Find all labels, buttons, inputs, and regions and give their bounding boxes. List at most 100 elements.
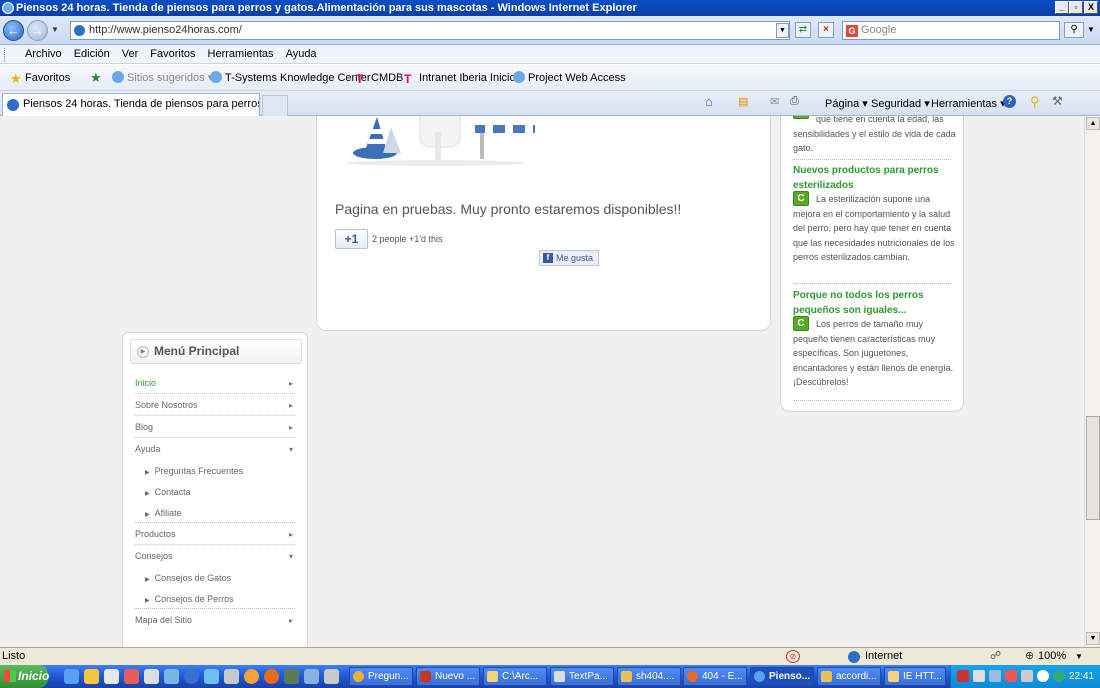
address-input[interactable]: http://www.pienso24horas.com/ [70,21,790,40]
tab-active[interactable]: Piensos 24 horas. Tienda de piensos para… [2,93,260,116]
minimize-button[interactable]: _ [1055,1,1069,14]
quicklaunch-app-icon[interactable] [224,669,239,684]
add-favorite-icon[interactable]: ★ [90,71,102,85]
page-menu[interactable]: Página ▾ [825,97,868,110]
fav-cmdb[interactable]: T CMDB [356,71,403,86]
quicklaunch-ie-icon[interactable] [64,669,79,684]
submenu-item-consejos-perros[interactable]: ▶ Consejos de Perros [145,589,295,610]
fav-tsystems[interactable]: T-Systems Knowledge Center [210,71,371,85]
print-icon[interactable]: ⎙ [790,95,799,108]
google-plusone-button[interactable]: +1 [335,229,368,249]
quicklaunch-app-icon[interactable] [324,669,339,684]
fav-project-web-access[interactable]: Project Web Access [513,71,626,85]
menu-item-productos[interactable]: Productos ▸ [135,524,295,545]
maximize-button[interactable]: ▫ [1069,1,1083,14]
clock[interactable]: 22:41 [1069,665,1094,688]
tray-app-icon[interactable] [1053,670,1065,682]
refresh-icon[interactable]: ⇄ [795,22,811,38]
quicklaunch-app-icon[interactable] [304,669,319,684]
address-dropdown-icon[interactable]: ▼ [776,23,789,38]
menu-item-inicio[interactable]: Inicio ▸ [135,373,295,394]
tray-app-icon[interactable] [989,670,1001,682]
plusone-count: 2 people +1'd this [372,234,443,244]
quicklaunch-desktop-icon[interactable] [104,669,119,684]
search-input[interactable]: G Google [842,21,1060,40]
tray-app-icon[interactable] [973,670,985,682]
new-tab-button[interactable] [262,95,288,116]
submenu-item-preguntas[interactable]: ▶ Preguntas Frecuentes [145,461,295,482]
submenu-item-consejos-gatos[interactable]: ▶ Consejos de Gatos [145,568,295,589]
news-sidebar: que tiene en cuenta la edad, las sensibi… [780,116,964,412]
submenu-item-afiliate[interactable]: ▶ Afiliate [145,503,295,524]
menu-favoritos[interactable]: Favoritos [144,45,201,64]
tray-app-icon[interactable] [1005,670,1017,682]
status-bar: Listo ⊘ Internet ☍ ⊕ 100% ▼ [0,647,1100,665]
taskbar-item[interactable]: Nuevo ... [416,667,480,686]
blocked-content-icon[interactable]: ⚒ [1052,94,1063,108]
scroll-thumb[interactable] [1086,416,1100,520]
taskbar-item-active[interactable]: Pienso... [750,667,814,686]
taskbar-item[interactable]: sh404.... [617,667,681,686]
close-button[interactable]: X [1084,1,1098,14]
quicklaunch-app-icon[interactable] [124,669,139,684]
mail-icon[interactable]: ✉ [770,95,779,108]
menu-edicion[interactable]: Edición [68,45,116,64]
article-title-1[interactable]: Nuevos productos para perros esterilizad… [793,163,958,193]
window-title: Piensos 24 horas. Tienda de piensos para… [16,2,637,14]
menu-herramientas[interactable]: Herramientas [202,45,280,64]
quicklaunch-outlook-icon[interactable] [84,669,99,684]
menu-item-ayuda[interactable]: Ayuda ▾ [135,439,295,460]
stop-icon[interactable]: × [818,22,834,38]
submenu-item-contacta[interactable]: ▶ Contacta [145,482,295,503]
search-icon[interactable]: ⚲ [1064,22,1084,38]
taskbar-item[interactable]: IE HTT... [884,667,946,686]
zoom-dropdown-icon[interactable]: ▼ [1075,648,1083,665]
quicklaunch-chrome-icon[interactable] [244,669,259,684]
quicklaunch-app-icon[interactable] [204,669,219,684]
research-icon[interactable]: ⚲ [1030,94,1040,110]
article-title-2[interactable]: Porque no todos los perros pequeños son … [793,288,958,318]
taskbar-item[interactable]: 404 - E... [683,667,747,686]
scroll-down-icon[interactable]: ▼ [1086,632,1100,645]
security-menu[interactable]: Seguridad ▾ [871,97,930,110]
window-title-bar[interactable]: Piensos 24 horas. Tienda de piensos para… [0,0,1100,16]
menu-ver[interactable]: Ver [116,45,145,64]
taskbar-item[interactable]: Pregun... [349,667,413,686]
taskbar-item[interactable]: C:\Arc... [483,667,547,686]
quicklaunch-app-icon[interactable] [144,669,159,684]
volume-icon[interactable] [1037,670,1049,682]
menu-archivo[interactable]: Archivo [19,45,68,64]
history-dropdown-icon[interactable]: ▼ [51,25,59,34]
vertical-scrollbar[interactable]: ▲ ▼ [1084,116,1100,647]
browser-icon [621,671,632,682]
facebook-like-button[interactable]: f Me gusta [539,250,599,266]
tools-menu[interactable]: Herramientas ▾ [931,97,1006,110]
forward-button[interactable]: → [27,20,48,41]
quicklaunch-app-icon[interactable] [284,669,299,684]
help-icon[interactable]: ? [1003,95,1016,108]
main-content-panel: Pagina en pruebas. Muy pronto estaremos … [316,116,771,331]
menu-ayuda[interactable]: Ayuda [280,45,323,64]
quicklaunch-firefox-icon[interactable] [264,669,279,684]
back-button[interactable]: ← [3,20,24,41]
menu-item-mapa-sitio[interactable]: Mapa del Sitio ▸ [135,610,295,631]
menu-item-sobre-nosotros[interactable]: Sobre Nosotros ▸ [135,395,295,416]
scroll-up-icon[interactable]: ▲ [1086,117,1100,130]
rss-icon[interactable]: ▤ [738,95,748,108]
network-icon[interactable] [1021,670,1033,682]
start-button[interactable]: Inicio [0,665,49,688]
home-icon[interactable]: ⌂ [705,94,713,109]
fav-sitios-sugeridos[interactable]: Sitios sugeridos ▾ [112,71,213,85]
taskbar-item[interactable]: accordi... [817,667,881,686]
menu-item-blog[interactable]: Blog ▸ [135,417,295,438]
quicklaunch-media-icon[interactable] [184,669,199,684]
taskbar-item[interactable]: TextPa... [550,667,614,686]
zoom-level[interactable]: 100% [1038,648,1066,665]
menu-item-consejos[interactable]: Consejos ▾ [135,546,295,567]
zoom-icon[interactable]: ⊕ [1025,648,1034,665]
fav-intranet[interactable]: T Intranet Iberia Inicio [404,71,516,86]
search-options-icon[interactable]: ▼ [1087,25,1095,34]
favorites-button[interactable]: ★ Favoritos [10,71,70,86]
quicklaunch-app-icon[interactable] [164,669,179,684]
antivirus-icon[interactable] [957,670,969,682]
